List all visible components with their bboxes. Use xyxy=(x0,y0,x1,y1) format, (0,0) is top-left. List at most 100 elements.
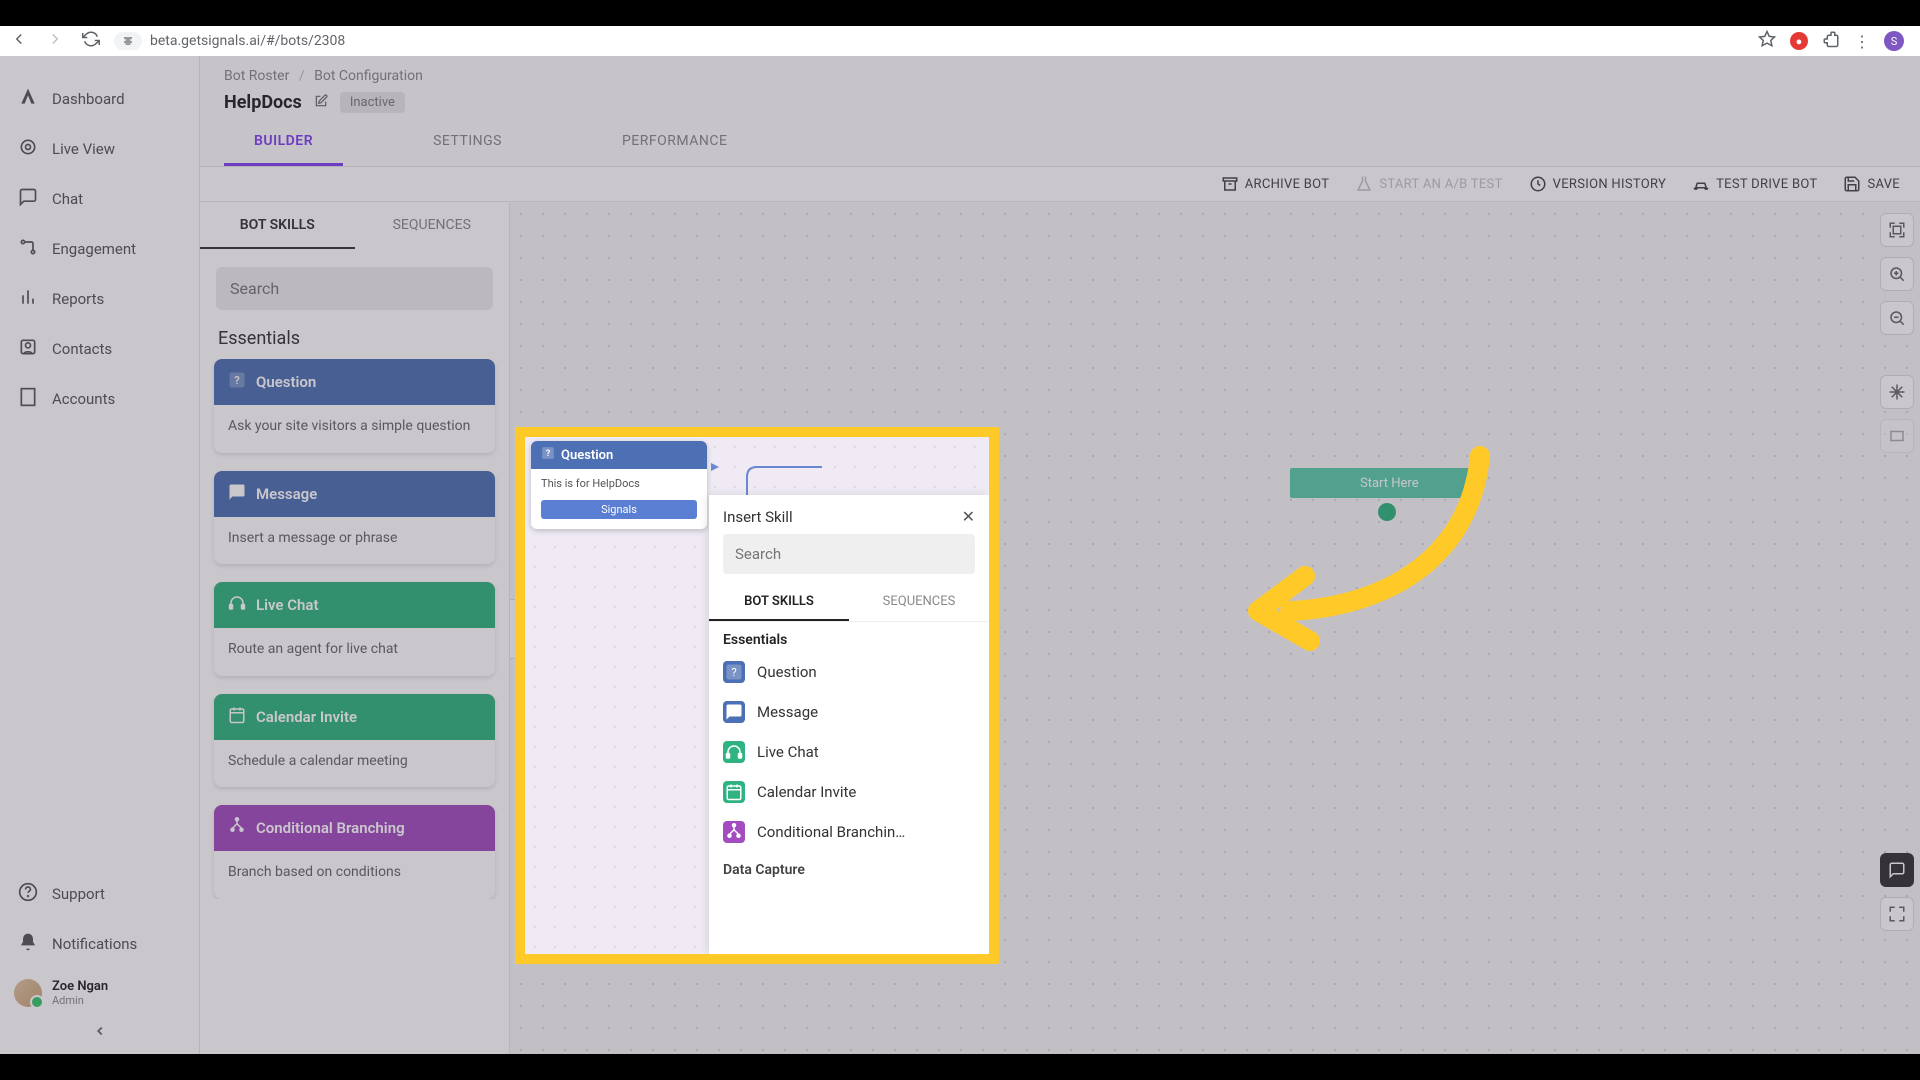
skill-card[interactable]: MessageInsert a message or phrase xyxy=(214,471,495,565)
help-icon xyxy=(18,882,38,906)
save-button[interactable]: SAVE xyxy=(1843,175,1900,193)
recenter-icon[interactable] xyxy=(1880,213,1914,247)
ab-test-button[interactable]: START AN A/B TEST xyxy=(1355,175,1502,193)
sidebar-label: Notifications xyxy=(52,935,137,953)
tab-settings[interactable]: SETTINGS xyxy=(403,121,532,166)
branch-icon xyxy=(228,817,246,839)
browser-profile-avatar[interactable]: S xyxy=(1884,31,1904,51)
sidebar-label: Contacts xyxy=(52,340,112,358)
skill-card[interactable]: Conditional BranchingBranch based on con… xyxy=(214,805,495,899)
sidebar-label: Accounts xyxy=(52,390,115,408)
browser-chrome: beta.getsignals.ai/#/bots/2308 ● ⋮ S xyxy=(0,26,1920,56)
zoom-out-icon[interactable] xyxy=(1880,301,1914,335)
panel-tab-botskills[interactable]: BOT SKILLS xyxy=(200,203,355,249)
chat-icon xyxy=(18,187,38,211)
chat-widget-icon[interactable] xyxy=(1880,853,1914,887)
message-icon xyxy=(723,701,745,723)
route-icon xyxy=(18,237,38,261)
sidebar-item-contacts[interactable]: Contacts xyxy=(0,324,199,374)
sidebar-item-notifications[interactable]: Notifications xyxy=(0,919,199,969)
sidebar-item-support[interactable]: Support xyxy=(0,869,199,919)
insert-tab-sequences[interactable]: SEQUENCES xyxy=(849,584,989,621)
layers-icon[interactable] xyxy=(1880,419,1914,453)
extension-red-icon[interactable]: ● xyxy=(1790,32,1808,50)
bot-title: HelpDocs xyxy=(224,92,302,113)
calendar-icon xyxy=(723,781,745,803)
sidebar-item-reports[interactable]: Reports xyxy=(0,274,199,324)
version-history-button[interactable]: VERSION HISTORY xyxy=(1529,175,1666,193)
insert-panel-title: Insert Skill xyxy=(723,508,793,526)
main-content: Bot Roster / Bot Configuration HelpDocs … xyxy=(200,56,1920,1054)
insert-skill-item[interactable]: Calendar Invite xyxy=(709,772,989,812)
bar-chart-icon xyxy=(18,287,38,311)
panel-tab-sequences[interactable]: SEQUENCES xyxy=(355,203,510,249)
skill-card[interactable]: ?QuestionAsk your site visitors a simple… xyxy=(214,359,495,453)
test-drive-button[interactable]: TEST DRIVE BOT xyxy=(1692,175,1817,193)
insert-section-essentials: Essentials xyxy=(709,622,989,652)
insert-section-datacapture: Data Capture xyxy=(709,852,989,882)
edit-title-icon[interactable] xyxy=(314,93,328,112)
contact-icon xyxy=(18,337,38,361)
archive-bot-button[interactable]: ARCHIVE BOT xyxy=(1221,175,1330,193)
insert-search-input[interactable] xyxy=(723,534,975,574)
site-info-chip[interactable] xyxy=(114,32,142,50)
skill-card[interactable]: Calendar InviteSchedule a calendar meeti… xyxy=(214,694,495,788)
sidebar-label: Dashboard xyxy=(52,90,125,108)
star-icon[interactable] xyxy=(1758,30,1776,52)
branch-icon xyxy=(723,821,745,843)
sidebar-label: Engagement xyxy=(52,240,136,258)
skill-section-title: Essentials xyxy=(200,320,509,359)
breadcrumb: Bot Roster / Bot Configuration xyxy=(200,56,1920,88)
fullscreen-icon[interactable] xyxy=(1880,897,1914,931)
reload-icon[interactable] xyxy=(82,30,100,52)
insert-tab-botskills[interactable]: BOT SKILLS xyxy=(709,584,849,621)
user-name: Zoe Ngan xyxy=(52,979,108,994)
insert-skill-item[interactable]: Live Chat xyxy=(709,732,989,772)
svg-text:?: ? xyxy=(546,448,551,459)
node-option-button[interactable]: Signals xyxy=(541,500,697,519)
bell-icon xyxy=(18,932,38,956)
insert-skill-panel: Insert Skill ✕ BOT SKILLS SEQUENCES Esse… xyxy=(709,495,989,954)
sidebar-item-chat[interactable]: Chat xyxy=(0,174,199,224)
question-icon: ? xyxy=(723,661,745,683)
zoom-in-icon[interactable] xyxy=(1880,257,1914,291)
sidebar-item-liveview[interactable]: Live View xyxy=(0,124,199,174)
app-sidebar: Dashboard Live View Chat Engagement Repo… xyxy=(0,56,200,1054)
skill-search-input[interactable] xyxy=(216,267,493,310)
question-icon: ? xyxy=(541,446,555,464)
breadcrumb-root[interactable]: Bot Roster xyxy=(224,68,289,84)
canvas-question-node[interactable]: ? Question This is for HelpDocs Signals xyxy=(531,441,707,529)
question-icon: ? xyxy=(228,371,246,393)
url-text[interactable]: beta.getsignals.ai/#/bots/2308 xyxy=(150,33,345,49)
forward-icon[interactable] xyxy=(46,30,64,52)
close-icon[interactable]: ✕ xyxy=(962,507,975,526)
skill-card[interactable]: Live ChatRoute an agent for live chat xyxy=(214,582,495,676)
headset-icon xyxy=(723,741,745,763)
building-icon xyxy=(18,387,38,411)
skill-panel: BOT SKILLS SEQUENCES Essentials ?Questio… xyxy=(200,203,510,1054)
sidebar-collapse[interactable] xyxy=(0,1017,199,1054)
back-icon[interactable] xyxy=(10,30,28,52)
svg-text:?: ? xyxy=(234,374,240,387)
extensions-icon[interactable] xyxy=(1822,30,1840,52)
sidebar-user[interactable]: Zoe Ngan Admin xyxy=(0,969,199,1017)
insert-skill-item[interactable]: Message xyxy=(709,692,989,732)
message-icon xyxy=(228,483,246,505)
tab-builder[interactable]: BUILDER xyxy=(224,121,343,166)
start-node-port[interactable] xyxy=(1378,503,1396,521)
breadcrumb-current: Bot Configuration xyxy=(314,68,423,84)
menu-dots-icon[interactable]: ⋮ xyxy=(1854,32,1870,51)
pan-icon[interactable] xyxy=(1880,375,1914,409)
sidebar-item-dashboard[interactable]: Dashboard xyxy=(0,74,199,124)
insert-skill-item[interactable]: Conditional Branchin… xyxy=(709,812,989,852)
svg-text:?: ? xyxy=(731,666,736,679)
builder-toolbar: ARCHIVE BOT START AN A/B TEST VERSION HI… xyxy=(200,167,1920,202)
sidebar-item-engagement[interactable]: Engagement xyxy=(0,224,199,274)
sidebar-label: Support xyxy=(52,885,105,903)
sidebar-item-accounts[interactable]: Accounts xyxy=(0,374,199,424)
insert-skill-item[interactable]: ?Question xyxy=(709,652,989,692)
sidebar-label: Chat xyxy=(52,190,83,208)
headset-icon xyxy=(228,594,246,616)
tab-performance[interactable]: PERFORMANCE xyxy=(592,121,757,166)
start-node[interactable]: Start Here xyxy=(1290,468,1470,498)
